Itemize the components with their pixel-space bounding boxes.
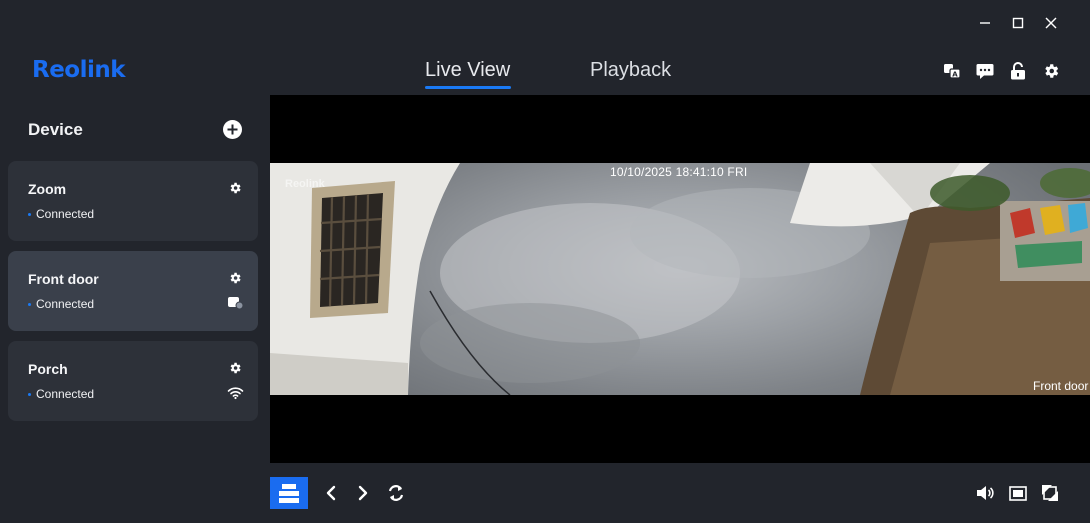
device-settings-button[interactable] — [228, 271, 242, 285]
gear-icon — [230, 362, 241, 374]
maximize-button[interactable] — [1007, 12, 1029, 34]
next-page-button[interactable] — [352, 477, 374, 509]
live-view-area[interactable]: Reolink 10/10/2025 18:41:10 FRI Front do… — [270, 95, 1090, 463]
live-view-toolbar — [270, 463, 1090, 523]
close-icon — [1045, 17, 1057, 29]
gear-icon — [230, 272, 241, 284]
gear-icon — [230, 182, 241, 194]
close-button[interactable] — [1040, 12, 1062, 34]
camera-video-feed[interactable]: Reolink 10/10/2025 18:41:10 FRI Front do… — [270, 163, 1090, 395]
title-bar — [0, 0, 1090, 45]
status-dot — [28, 392, 31, 396]
device-settings-button[interactable] — [228, 361, 242, 375]
wifi-icon — [227, 385, 244, 400]
video-timestamp: 10/10/2025 18:41:10 FRI — [610, 165, 748, 179]
tab-playback[interactable]: Playback — [590, 59, 671, 82]
status-text: Connected — [36, 387, 95, 401]
unlock-icon — [1011, 62, 1025, 80]
status-text: Connected — [36, 207, 95, 221]
previous-page-button[interactable] — [320, 477, 342, 509]
video-frame-image — [270, 163, 1090, 395]
gear-icon — [1045, 64, 1059, 78]
device-name: Porch — [28, 361, 68, 377]
device-name: Front door — [28, 271, 99, 287]
video-camera-label: Front door — [1033, 379, 1089, 393]
status-dot — [28, 302, 31, 306]
status-dot — [28, 212, 31, 216]
unlock-button[interactable] — [1008, 61, 1028, 81]
cycle-icon — [388, 485, 404, 501]
minimize-button[interactable] — [974, 12, 996, 34]
device-name: Zoom — [28, 181, 67, 197]
plus-circle-icon — [223, 120, 242, 139]
layout-icon — [279, 484, 299, 503]
audio-button[interactable] — [974, 477, 996, 509]
app-header: Reolink Live View Playback A — [0, 45, 1090, 95]
translate-button[interactable]: A — [942, 61, 962, 81]
fullscreen-button[interactable] — [1039, 477, 1061, 509]
video-watermark: Reolink — [285, 178, 325, 190]
device-status: Connected — [28, 207, 94, 221]
chevron-right-icon — [358, 485, 368, 501]
message-button[interactable] — [975, 61, 995, 81]
device-card-zoom[interactable]: Zoom Connected — [8, 161, 258, 241]
screen-mode-button[interactable] — [1007, 477, 1029, 509]
device-sidebar: Device Zoom Connected Front door Connect… — [0, 95, 270, 523]
active-tab-indicator — [425, 86, 511, 89]
device-settings-button[interactable] — [228, 181, 242, 195]
svg-text:A: A — [952, 71, 958, 79]
maximize-icon — [1012, 17, 1024, 29]
screen-icon — [1009, 485, 1027, 501]
device-card-front-door[interactable]: Front door Connected — [8, 251, 258, 331]
translate-icon: A — [944, 64, 961, 79]
status-text: Connected — [36, 297, 95, 311]
device-card-porch[interactable]: Porch Connected — [8, 341, 258, 421]
message-icon — [976, 63, 994, 79]
speaker-icon — [977, 486, 994, 500]
fullscreen-icon — [1042, 485, 1058, 501]
cycle-button[interactable] — [385, 477, 407, 509]
device-list-title: Device — [28, 120, 83, 139]
settings-button[interactable] — [1041, 61, 1061, 81]
minimize-icon — [980, 22, 990, 24]
device-status: Connected — [28, 387, 94, 401]
layout-button[interactable] — [270, 477, 308, 509]
tab-live-view[interactable]: Live View — [425, 59, 510, 82]
device-status: Connected — [28, 297, 94, 311]
chevron-left-icon — [326, 485, 336, 501]
reolink-logo: Reolink — [32, 57, 126, 83]
battery-camera-icon — [227, 295, 244, 310]
add-device-button[interactable] — [222, 119, 243, 140]
